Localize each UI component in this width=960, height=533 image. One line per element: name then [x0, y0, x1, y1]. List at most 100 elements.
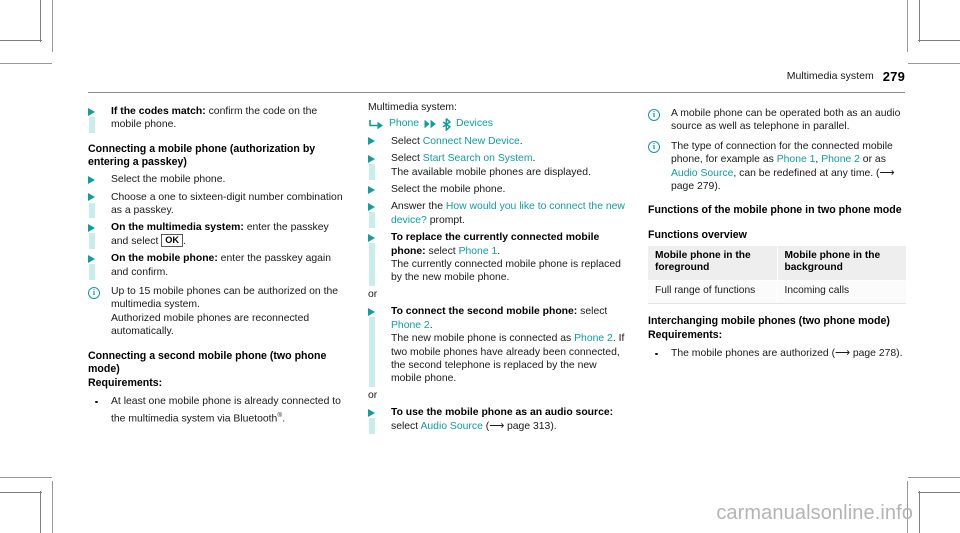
step-text: Choose a one to sixteen-digit number com…: [111, 191, 343, 217]
step-marker: [88, 173, 99, 186]
step-marker: [368, 183, 379, 196]
menu-ref-phone-1[interactable]: Phone 1: [459, 246, 498, 257]
table-row: Full range of functions Incoming calls: [648, 280, 906, 304]
page-number: 279: [882, 69, 905, 84]
step-on-mobile-phone: On the mobile phone: enter the passkey a…: [88, 252, 346, 281]
step-marker: [368, 135, 379, 148]
step-text: select: [391, 420, 421, 432]
info-icon: i: [88, 286, 100, 299]
triangle-bullet-icon: [368, 408, 375, 417]
menu-ref-audio-source[interactable]: Audio Source: [420, 421, 482, 432]
step-text-tail: prompt.: [426, 214, 465, 226]
crop-mark-bottom-left: [0, 473, 60, 533]
step-label: On the multimedia system:: [111, 222, 244, 234]
triangle-bullet-icon: [368, 137, 375, 146]
ok-key[interactable]: OK: [161, 234, 184, 248]
triangle-bullet-icon: [368, 185, 375, 194]
table-header-foreground: Mobile phone in the foreground: [648, 245, 778, 282]
step-marker: [368, 231, 379, 286]
step-marker: [88, 252, 99, 281]
step-marker: [368, 305, 379, 387]
step-marker: [88, 105, 99, 133]
step-marker: [368, 152, 379, 181]
step-bar: [89, 117, 95, 133]
table-header-background: Mobile phone in the background: [777, 245, 906, 282]
step-text: Select: [391, 135, 423, 147]
note-line-2: Authorized mobile phones are reconnected…: [111, 312, 310, 338]
menu-ref-connect-new-device[interactable]: Connect New Device: [423, 136, 520, 147]
step-select-mobile-phone: Select the mobile phone.: [88, 173, 346, 186]
step-bar: [89, 233, 95, 250]
step-label: On the mobile phone:: [111, 253, 218, 265]
step-bar: [369, 243, 375, 286]
step-on-multimedia-system: On the multimedia system: enter the pass…: [88, 221, 346, 250]
heading-requirements-col3: Requirements:: [648, 328, 723, 341]
step-result: The available mobile phones are displaye…: [391, 166, 591, 178]
requirement-text: The mobile phones are authorized (⟶ page…: [671, 348, 903, 360]
step-bar: [369, 418, 375, 434]
menu-path: Phone Devices: [368, 117, 626, 131]
info-icon: i: [648, 108, 660, 121]
menu-ref-phone-2[interactable]: Phone 2: [821, 154, 860, 165]
or-separator-1: or: [368, 288, 378, 300]
step-use-phone-as-audio-source: To use the mobile phone as an audio sour…: [368, 406, 626, 434]
step-connect-second-phone: To connect the second mobile phone: sele…: [368, 305, 626, 387]
page-reference-313[interactable]: (⟶ page 313).: [483, 421, 557, 432]
bluetooth-icon: [442, 117, 452, 131]
step-bar: [369, 164, 375, 181]
triangle-bullet-icon: [88, 193, 95, 202]
step-marker: [368, 200, 379, 229]
note-audio-source-parallel: i A mobile phone can be operated both as…: [648, 107, 906, 134]
menu-item-devices[interactable]: Devices: [456, 117, 493, 130]
step-text: Select the mobile phone.: [111, 174, 226, 186]
step-select-the-mobile-phone: Select the mobile phone.: [368, 183, 626, 196]
menu-ref-phone-2[interactable]: Phone 2: [391, 320, 430, 331]
step-text: Answer the: [391, 201, 446, 213]
triangle-bullet-icon: [368, 154, 375, 163]
requirement-text-tail: .: [282, 413, 286, 425]
requirement-item: At least one mobile phone is already con…: [88, 395, 346, 425]
step-bar: [89, 264, 95, 281]
multimedia-system-intro: Multimedia system:: [368, 102, 457, 113]
menu-ref-start-search-on-system[interactable]: Start Search on System: [423, 153, 533, 164]
heading-connect-second-phone: Connecting a second mobile phone (two ph…: [88, 349, 327, 375]
column-2: Multimedia system: Phone Devices Select …: [368, 101, 626, 434]
column-3: i A mobile phone can be operated both as…: [648, 101, 906, 360]
menu-ref-audio-source[interactable]: Audio Source: [671, 168, 733, 179]
watermark: carmanualsonline.info: [716, 502, 913, 524]
triangle-bullet-icon: [88, 107, 95, 116]
step-bar: [89, 202, 95, 219]
note-type-of-connection: i The type of connection for the connect…: [648, 140, 906, 194]
step-text-tail: .: [519, 135, 523, 147]
step-if-codes-match: If the codes match: confirm the code on …: [88, 105, 346, 133]
step-text-tail: .: [429, 319, 433, 331]
menu-item-phone[interactable]: Phone: [389, 117, 419, 130]
triangle-bullet-icon: [368, 307, 375, 316]
step-choose-number-combination: Choose a one to sixteen-digit number com…: [88, 191, 346, 219]
bullet-dot-icon: [655, 352, 658, 356]
triangle-bullet-icon: [368, 202, 375, 211]
functions-overview-table: Mobile phone in the foreground Mobile ph…: [648, 245, 906, 304]
step-text: select: [577, 306, 608, 318]
triangle-bullet-icon: [88, 175, 95, 184]
bullet-dot-icon: [95, 400, 98, 404]
crop-mark-top-left: [0, 0, 60, 64]
step-bar: [369, 317, 375, 387]
requirement-item: The mobile phones are authorized (⟶ page…: [648, 347, 906, 360]
running-header: Multimedia system 279: [88, 70, 905, 93]
triangle-bullet-icon: [88, 223, 95, 232]
step-replace-connected-phone: To replace the currently connected mobil…: [368, 231, 626, 286]
heading-functions-two-phone-mode: Functions of the mobile phone in two pho…: [648, 204, 902, 217]
menu-ref-phone-2-result[interactable]: Phone 2: [574, 333, 613, 344]
table-cell-background-functions: Incoming calls: [777, 280, 906, 304]
step-text-tail: .: [532, 153, 536, 165]
turn-arrow-icon: [369, 119, 384, 130]
info-icon: i: [648, 141, 660, 154]
or-separator-2: or: [368, 389, 378, 401]
menu-ref-phone-1[interactable]: Phone 1: [777, 154, 816, 165]
step-marker: [368, 406, 379, 434]
triangle-bullet-icon: [88, 254, 95, 263]
step-label: If the codes match:: [111, 106, 206, 117]
step-marker: [88, 191, 99, 219]
step-text-tail: .: [497, 245, 501, 257]
